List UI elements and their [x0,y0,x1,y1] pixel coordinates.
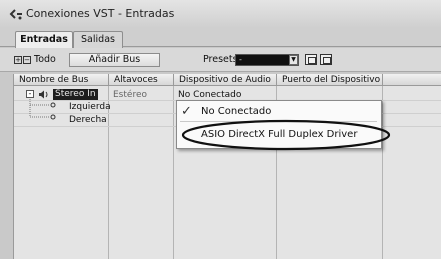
expand-all-icon[interactable]: + [14,56,22,64]
column-header-audio-device[interactable]: Dispositivo de Audio [174,74,277,86]
bus-name-stereo-in[interactable]: Stereo In [53,89,98,100]
checkmark-icon: ✓ [181,104,192,119]
add-bus-button[interactable]: Añadir Bus [69,53,160,67]
column-header-device-port[interactable]: Puerto del Dispositivo [277,74,383,86]
highlight-ellipse [181,119,391,151]
column-header-empty [383,74,441,86]
load-preset-icon[interactable] [320,54,332,65]
column-divider [173,86,174,259]
window-title: Conexiones VST - Entradas [26,7,175,20]
bus-speakers: Estéreo [113,90,147,100]
column-header-speakers[interactable]: Altavoces [109,74,174,86]
channel-left[interactable]: Izquierda [69,102,111,112]
presets-label: Presets [203,54,238,65]
tree-connector [29,99,56,120]
tab-salidas[interactable]: Salidas [73,31,123,48]
column-header-bus-name[interactable]: Nombre de Bus [14,74,109,86]
bus-audio-device[interactable]: No Conectado [178,90,241,100]
tab-entradas[interactable]: Entradas [15,31,73,48]
save-preset-icon[interactable] [305,54,317,65]
todo-label: Todo [34,54,56,65]
column-divider [382,86,383,259]
collapse-all-icon[interactable]: − [23,56,31,64]
presets-value: - [239,55,242,64]
chevron-down-icon[interactable]: ▼ [289,55,298,65]
channel-right[interactable]: Derecha [69,115,107,125]
menu-item-no-conectado[interactable]: No Conectado [201,106,271,117]
vst-connections-icon [9,9,22,20]
